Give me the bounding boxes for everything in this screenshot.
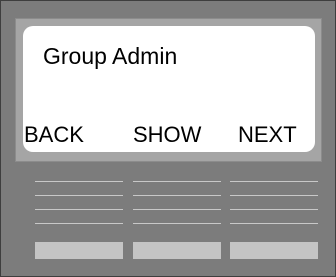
softkey-next-button[interactable] bbox=[230, 175, 318, 265]
key-grille-line bbox=[35, 209, 123, 210]
key-grille-line bbox=[133, 223, 221, 224]
key-button-pad[interactable] bbox=[35, 242, 123, 259]
key-grille-line bbox=[230, 209, 318, 210]
softkey-back-label[interactable]: BACK bbox=[24, 122, 84, 148]
key-grille-line bbox=[133, 181, 221, 182]
key-grille-line bbox=[35, 181, 123, 182]
softkey-next-label[interactable]: NEXT bbox=[238, 122, 297, 148]
softkey-show-button[interactable] bbox=[133, 175, 221, 265]
key-grille-line bbox=[133, 209, 221, 210]
key-grille-line bbox=[35, 223, 123, 224]
key-grille-line bbox=[133, 195, 221, 196]
key-grille-line bbox=[230, 223, 318, 224]
lcd-screen: Group Admin BACK SHOW NEXT bbox=[23, 26, 315, 152]
softkey-back-button[interactable] bbox=[35, 175, 123, 265]
key-grille-line bbox=[35, 195, 123, 196]
key-button-pad[interactable] bbox=[133, 242, 221, 259]
key-button-pad[interactable] bbox=[230, 242, 318, 259]
key-grille-line bbox=[230, 195, 318, 196]
screen-title: Group Admin bbox=[43, 43, 178, 69]
softkey-show-label[interactable]: SHOW bbox=[133, 122, 201, 148]
key-grille-line bbox=[230, 181, 318, 182]
phone-device: Group Admin BACK SHOW NEXT bbox=[0, 0, 336, 277]
